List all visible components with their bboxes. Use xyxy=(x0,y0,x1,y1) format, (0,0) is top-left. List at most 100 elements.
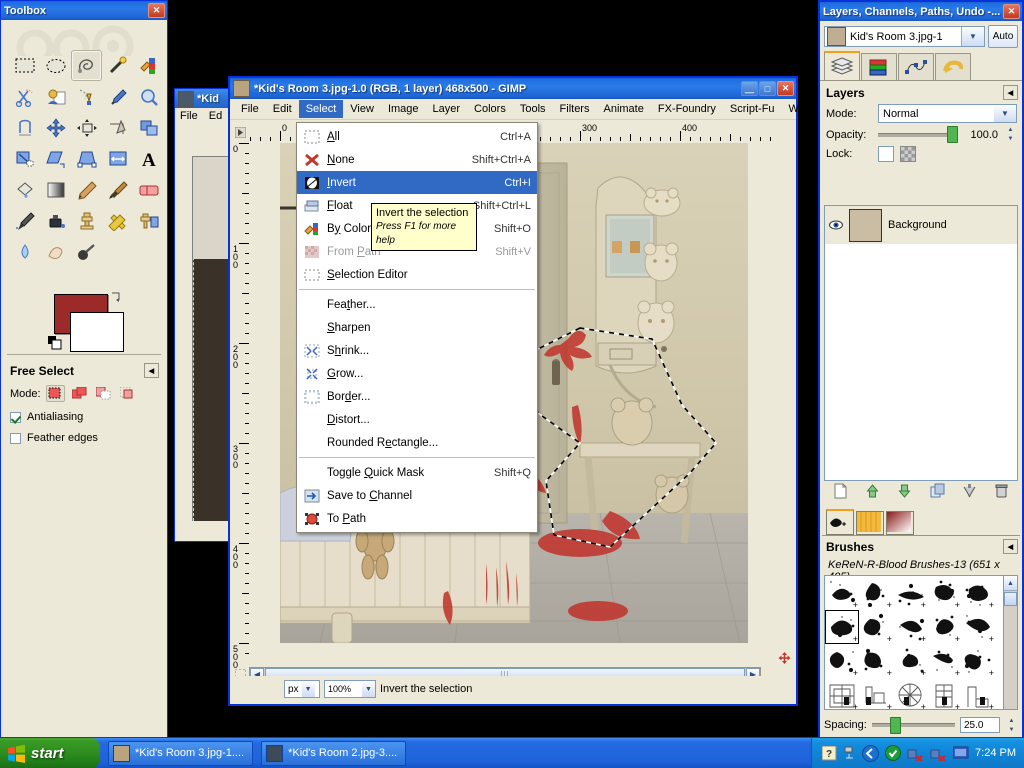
brush-cell[interactable]: + xyxy=(961,678,995,709)
shear-tool[interactable] xyxy=(40,143,71,174)
menu-filters[interactable]: Filters xyxy=(553,100,597,118)
menu-item-select-sharpen[interactable]: Sharpen xyxy=(297,316,537,339)
menu-item-toggle-quick-mask[interactable]: Toggle Quick Mask Shift+Q xyxy=(297,461,537,484)
unit-chevron-down-icon[interactable]: ▼ xyxy=(301,681,315,697)
feather-edges-checkbox[interactable] xyxy=(10,432,21,444)
brush-cell[interactable]: + xyxy=(961,610,995,644)
brush-cell[interactable]: + xyxy=(927,576,961,610)
airbrush-tool[interactable] xyxy=(9,205,40,236)
menu-item-select-distort[interactable]: Distort... xyxy=(297,408,537,431)
brush-cell[interactable]: + xyxy=(961,576,995,610)
main-window-title-bar[interactable]: *Kid's Room 3.jpg-1.0 (RGB, 1 layer) 468… xyxy=(230,78,796,99)
free-select-tool[interactable] xyxy=(71,50,102,81)
default-colors-icon[interactable] xyxy=(48,336,62,350)
brush-cell[interactable]: + xyxy=(859,576,893,610)
brushes-panel-collapse-button[interactable]: ◀ xyxy=(1003,539,1018,554)
mode-intersect-button[interactable] xyxy=(118,385,137,402)
menu-item-select-none[interactable]: None Shift+Ctrl+A xyxy=(297,148,537,171)
clock[interactable]: 7:24 PM xyxy=(975,747,1016,759)
tab-gradients[interactable] xyxy=(886,511,914,535)
scale-tool[interactable] xyxy=(9,143,40,174)
brush-cell[interactable]: + xyxy=(893,678,927,709)
tab-patterns[interactable] xyxy=(856,511,884,535)
perspective-tool[interactable] xyxy=(71,143,102,174)
tab-layers[interactable] xyxy=(824,51,860,80)
zoom-dropdown[interactable]: 100% ▼ xyxy=(324,680,376,698)
layers-panel-collapse-button[interactable]: ◀ xyxy=(1003,85,1018,100)
brush-cell[interactable]: + xyxy=(825,644,859,678)
tool-options-collapse-button[interactable]: ◀ xyxy=(144,363,159,378)
ruler-origin-button[interactable] xyxy=(232,124,249,141)
layer-mode-chevron-down-icon[interactable]: ▼ xyxy=(994,105,1016,122)
rotate-tool[interactable] xyxy=(133,112,164,143)
toolbox-close-button[interactable]: ✕ xyxy=(148,3,165,18)
back-icon[interactable] xyxy=(862,744,880,762)
mode-subtract-button[interactable] xyxy=(94,385,113,402)
paths-tool[interactable] xyxy=(71,81,102,112)
feather-edges-row[interactable]: Feather edges xyxy=(10,432,161,444)
clone-tool[interactable] xyxy=(71,205,102,236)
start-button[interactable]: start xyxy=(0,738,100,768)
background-color-swatch[interactable] xyxy=(70,312,124,352)
brush-cell[interactable]: + xyxy=(893,576,927,610)
rect-select-tool[interactable] xyxy=(9,50,40,81)
menu-item-select-all[interactable]: All Ctrl+A xyxy=(297,125,537,148)
swap-colors-icon[interactable] xyxy=(109,291,122,304)
heal-tool[interactable] xyxy=(102,205,133,236)
trash-icon[interactable] xyxy=(994,483,1009,499)
foreground-select-tool[interactable] xyxy=(40,81,71,112)
tab-undo-history[interactable] xyxy=(935,53,971,80)
taskbar-item-kids-room-3[interactable]: *Kid's Room 3.jpg-1.... xyxy=(108,740,254,766)
menu-item-select-grow[interactable]: Grow... xyxy=(297,362,537,385)
brush-cell[interactable]: + xyxy=(825,576,859,610)
spacing-slider-knob[interactable] xyxy=(889,716,901,734)
zoom-tool[interactable] xyxy=(133,81,164,112)
brush-cell[interactable]: + xyxy=(825,610,859,644)
select-menu[interactable]: All Ctrl+A None Shift+Ctrl+A Invert Ctrl… xyxy=(296,122,538,533)
maximize-button[interactable]: □ xyxy=(759,81,776,96)
brush-cell[interactable]: + xyxy=(893,644,927,678)
navigation-button[interactable] xyxy=(776,650,792,666)
menu-item-select-rounded-rectangle[interactable]: Rounded Rectangle... xyxy=(297,431,537,454)
text-tool[interactable]: A xyxy=(133,143,164,174)
smudge-tool[interactable] xyxy=(40,236,71,267)
layer-mode-dropdown[interactable]: Normal ▼ xyxy=(878,104,1017,123)
menu-script-fu[interactable]: Script-Fu xyxy=(723,100,782,118)
unit-dropdown[interactable]: px ▼ xyxy=(284,680,320,698)
mode-replace-button[interactable] xyxy=(45,385,65,402)
menu-item-save-to-channel[interactable]: Save to Channel xyxy=(297,484,537,507)
menu-item-select-invert[interactable]: Invert Ctrl+I xyxy=(297,171,537,194)
auto-button[interactable]: Auto xyxy=(988,25,1018,48)
up-arrow-icon[interactable] xyxy=(865,483,880,499)
brush-grid-scrollbar[interactable]: ▲ xyxy=(1003,575,1018,710)
menu-animate[interactable]: Animate xyxy=(596,100,650,118)
mode-add-button[interactable] xyxy=(70,385,89,402)
spacing-slider[interactable] xyxy=(871,716,955,734)
down-arrow-icon[interactable] xyxy=(897,483,912,499)
image-selector-chevron-down-icon[interactable]: ▼ xyxy=(961,27,984,46)
brush-cell[interactable]: + xyxy=(927,610,961,644)
layer-item-background[interactable]: Background xyxy=(825,206,1017,244)
anchor-icon[interactable] xyxy=(962,483,977,499)
dock-title-bar[interactable]: Layers, Channels, Paths, Undo -... ✕ xyxy=(820,2,1022,21)
menu-file[interactable]: File xyxy=(234,100,266,118)
flip-tool[interactable] xyxy=(102,143,133,174)
scissors-select-tool[interactable] xyxy=(9,81,40,112)
tab-brushes[interactable] xyxy=(826,509,854,535)
ellipse-select-tool[interactable] xyxy=(40,50,71,81)
perspective-clone-tool[interactable] xyxy=(133,205,164,236)
background-menu-file[interactable]: File xyxy=(180,110,198,122)
volume-mute-2-icon[interactable] xyxy=(930,746,947,761)
menu-view[interactable]: View xyxy=(343,100,381,118)
opacity-value[interactable]: 100.0 xyxy=(964,129,998,141)
toolbox-title-bar[interactable]: Toolbox ✕ xyxy=(1,1,167,20)
brush-scroll-thumb[interactable] xyxy=(1004,592,1017,606)
dodge-burn-tool[interactable] xyxy=(71,236,102,267)
menu-item-select-shrink[interactable]: Shrink... xyxy=(297,339,537,362)
menu-colors[interactable]: Colors xyxy=(467,100,513,118)
brush-cell[interactable]: + xyxy=(859,644,893,678)
brush-cell[interactable]: + xyxy=(893,610,927,644)
menu-select[interactable]: Select xyxy=(298,100,344,118)
brush-cell[interactable]: + xyxy=(825,678,859,709)
new-page-icon[interactable] xyxy=(833,483,848,499)
